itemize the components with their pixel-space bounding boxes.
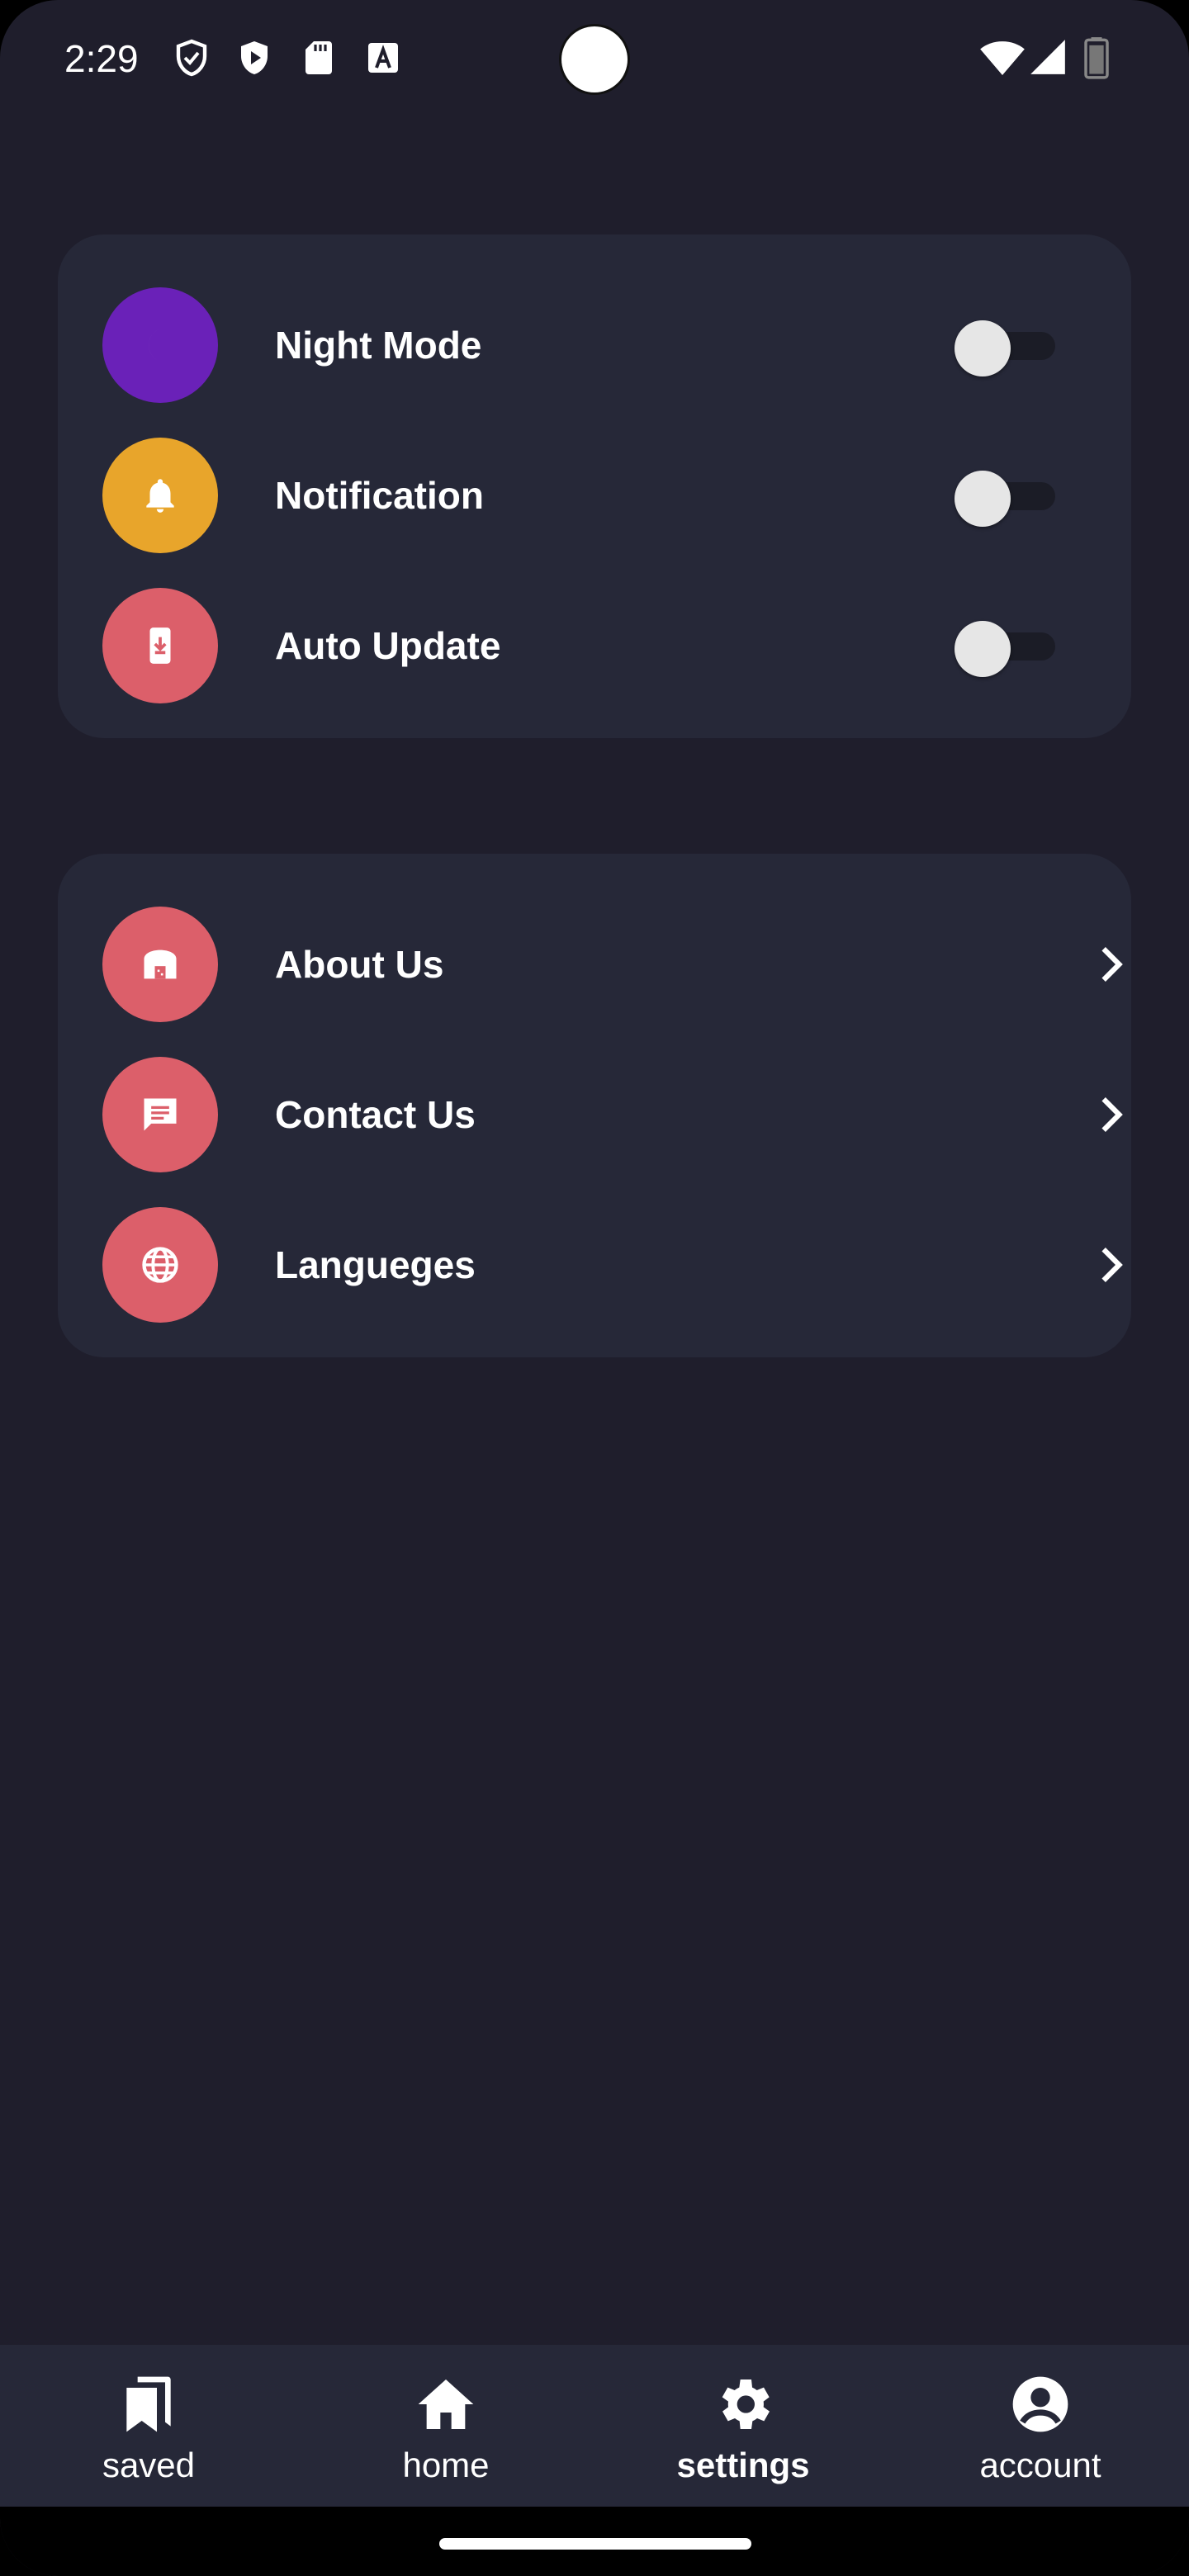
languages-label: Langueges (275, 1243, 476, 1286)
contact-us-label: Contact Us (275, 1093, 476, 1136)
chevron-right-icon (1101, 1248, 1123, 1282)
gesture-bar-area (0, 2507, 1189, 2576)
store-icon (144, 949, 177, 979)
bottom-navigation: saved home settings account (0, 2345, 1189, 2507)
nav-saved-label: saved (102, 2446, 196, 2484)
languages-row[interactable]: Langueges (58, 1199, 1131, 1331)
home-icon (418, 2379, 474, 2429)
gear-icon (722, 2379, 770, 2429)
nav-account[interactable]: account (892, 2345, 1189, 2507)
home-gesture-handle[interactable] (439, 2538, 751, 2550)
auto-update-switch[interactable] (955, 621, 1062, 677)
account-circle-icon (1012, 2376, 1068, 2432)
nav-settings[interactable]: settings (594, 2345, 892, 2507)
status-bar: 2:29 (0, 0, 1189, 116)
notification-icon-badge (102, 438, 218, 553)
preferences-card: Night Mode Notification Auto Update (58, 234, 1131, 738)
bookmarks-icon (126, 2376, 171, 2432)
moon-icon (148, 328, 166, 362)
chevron-right-icon (1101, 1097, 1123, 1132)
contact-us-icon-badge (102, 1057, 218, 1172)
night-mode-icon-badge (102, 287, 218, 403)
switch-thumb (955, 621, 1011, 677)
about-us-icon-badge (102, 907, 218, 1022)
battery-icon (1084, 37, 1109, 79)
info-card: About Us Contact Us Langueges (58, 854, 1131, 1357)
night-mode-row: Night Mode (58, 279, 1131, 411)
a-box-icon (368, 43, 398, 73)
auto-update-icon-badge (102, 588, 218, 703)
auto-update-label: Auto Update (275, 624, 501, 667)
auto-update-row: Auto Update (58, 580, 1131, 712)
chevron-right-icon (1101, 947, 1123, 982)
nav-home[interactable]: home (297, 2345, 594, 2507)
switch-thumb (955, 320, 1011, 376)
signal-icon (1030, 40, 1065, 74)
nav-home-label: home (402, 2446, 490, 2484)
languages-icon-badge (102, 1207, 218, 1323)
nav-settings-label: settings (676, 2446, 810, 2484)
about-us-row[interactable]: About Us (58, 898, 1131, 1030)
about-us-label: About Us (275, 943, 444, 986)
notification-label: Notification (275, 474, 484, 517)
shield-outline-icon (176, 39, 207, 77)
settings-screen: 2:29 Night Mode Notification Auto Update… (0, 0, 1189, 2576)
notification-row: Notification (58, 429, 1131, 561)
status-time: 2:29 (64, 37, 139, 80)
night-mode-switch[interactable] (955, 320, 1062, 376)
bell-icon (146, 479, 174, 513)
notification-switch[interactable] (955, 471, 1062, 527)
switch-thumb (955, 471, 1011, 527)
night-mode-label: Night Mode (275, 324, 482, 367)
shield-play-icon (241, 41, 268, 74)
nav-account-label: account (979, 2446, 1101, 2484)
globe-icon (142, 1247, 178, 1283)
contact-us-row[interactable]: Contact Us (58, 1049, 1131, 1181)
message-icon (144, 1098, 177, 1131)
wifi-icon (980, 41, 1025, 75)
nav-saved[interactable]: saved (0, 2345, 297, 2507)
sd-card-icon (306, 41, 332, 74)
camera-cutout (561, 26, 628, 92)
phone-download-icon (149, 627, 171, 664)
